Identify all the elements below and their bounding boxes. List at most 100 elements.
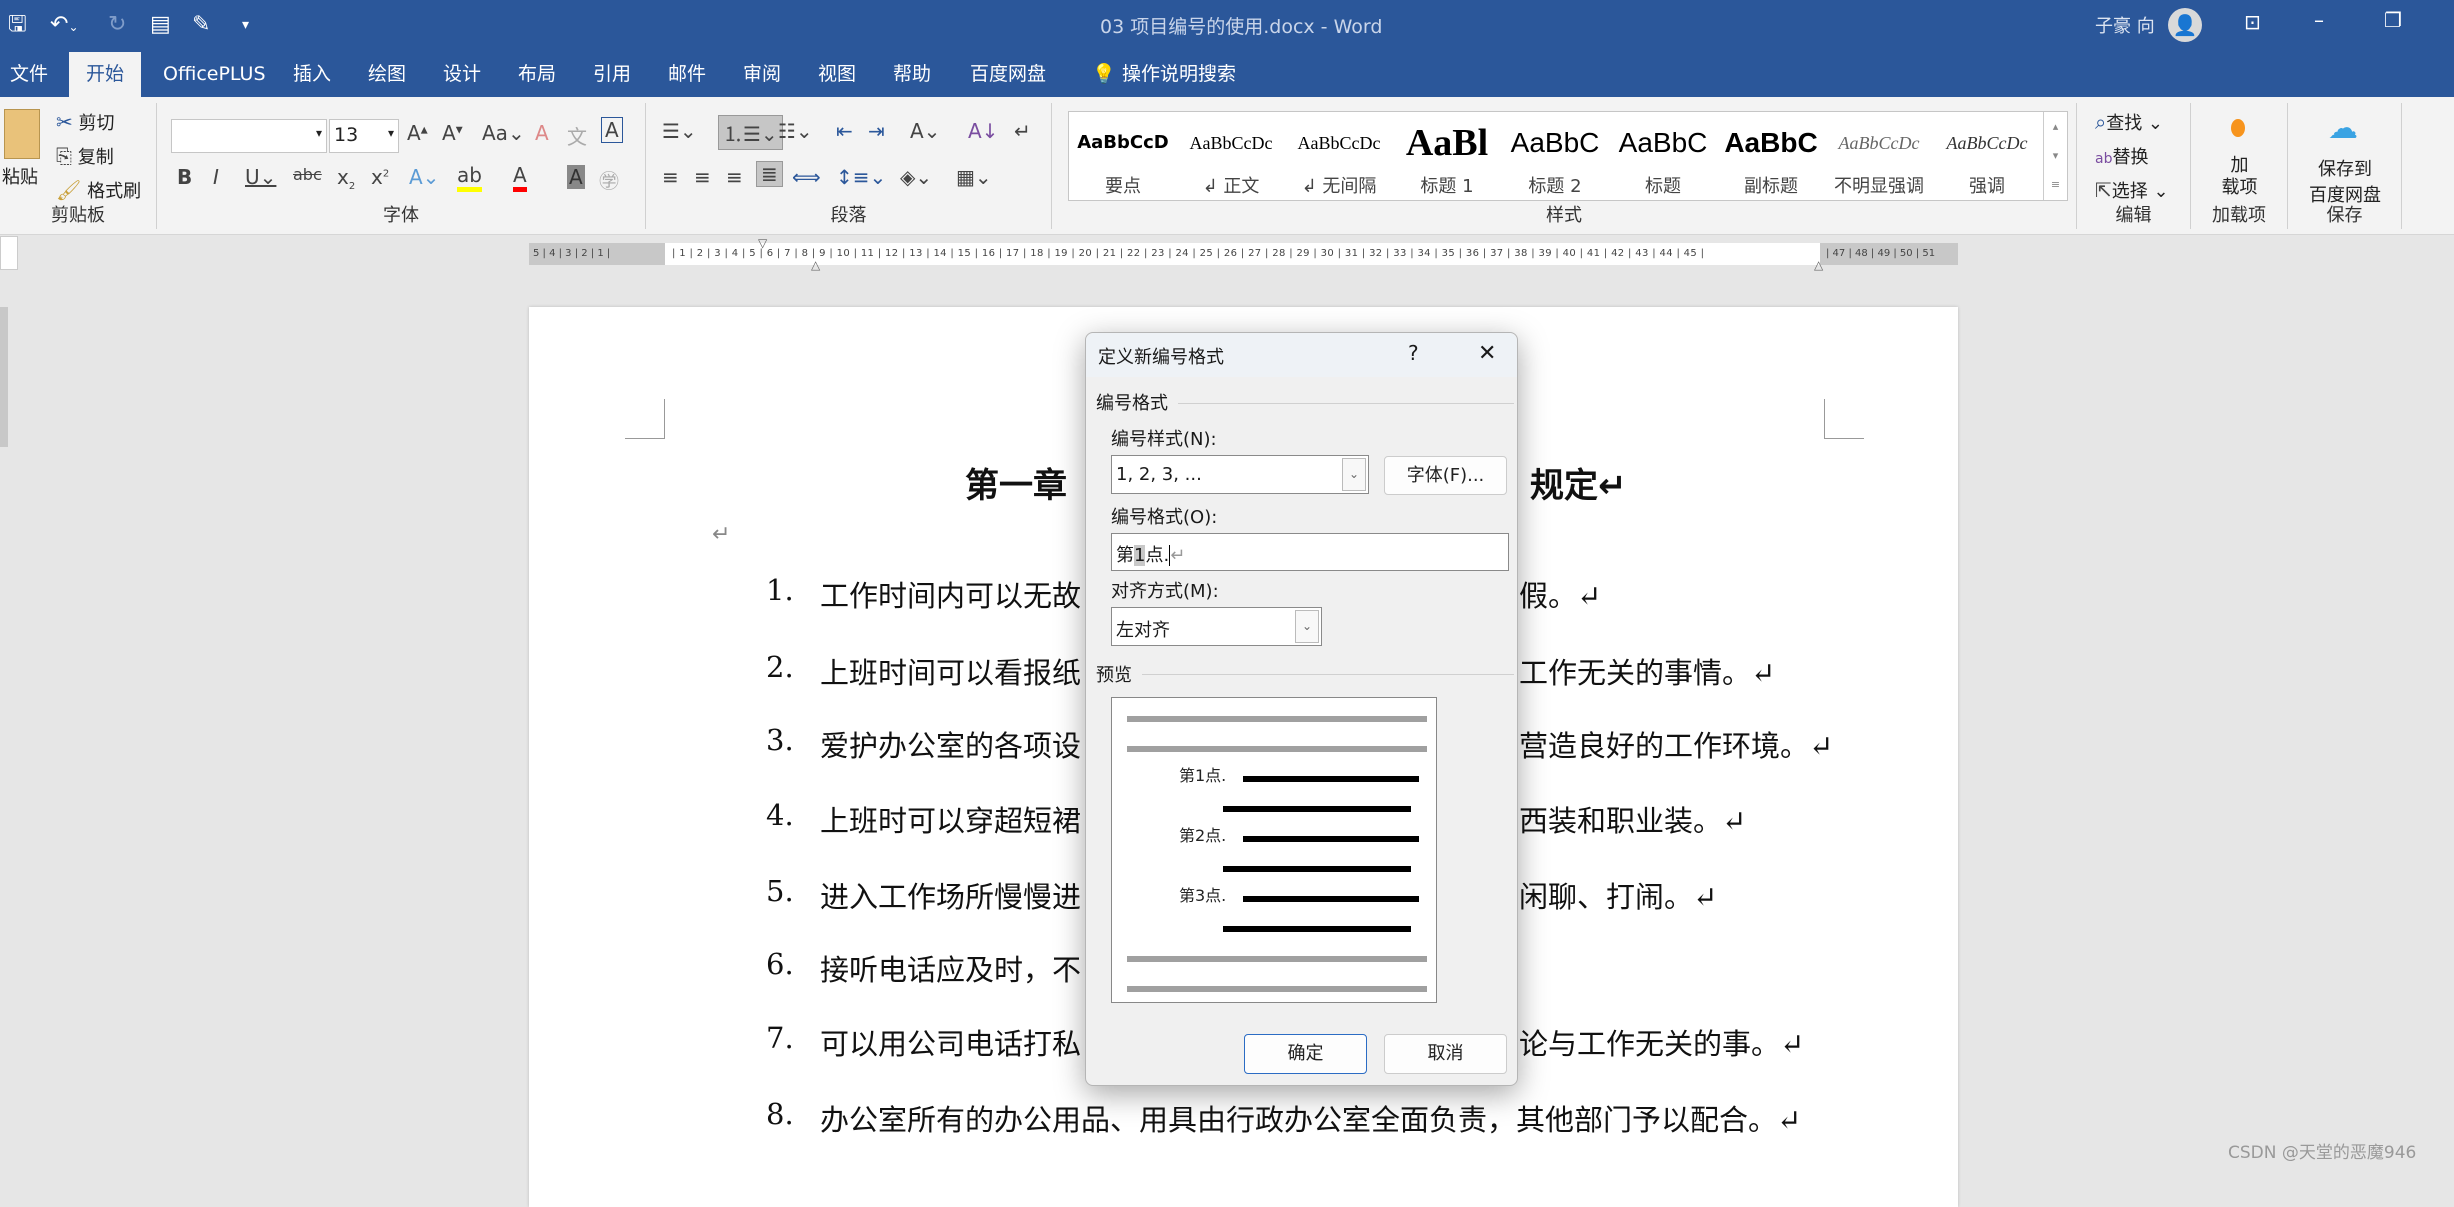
customize-icon[interactable]: ▾	[242, 10, 249, 40]
character-shading-icon[interactable]: A	[567, 165, 585, 189]
decrease-indent-icon[interactable]: ⇤	[836, 119, 853, 143]
form-icon[interactable]: ▤	[150, 10, 171, 40]
shrink-font-icon[interactable]: A▼	[442, 121, 463, 145]
format-painter-button[interactable]: 🖌 格式刷	[56, 177, 141, 203]
edit-icon[interactable]: ✎	[192, 10, 210, 40]
tab-references[interactable]: 引用	[583, 52, 641, 97]
alignment-select[interactable]: 左对齐 ⌄	[1111, 607, 1322, 646]
style-item[interactable]: AaBbC 标题 2	[1501, 112, 1609, 198]
sort-icon[interactable]: A↓	[968, 119, 998, 143]
borders-icon[interactable]: ▦⌄	[956, 165, 992, 189]
style-item[interactable]: AaBbC 标题	[1609, 112, 1717, 198]
underline-icon[interactable]: U⌄	[245, 165, 276, 189]
change-case-icon[interactable]: Aa⌄	[482, 121, 525, 145]
strikethrough-icon[interactable]: abc	[293, 165, 322, 184]
vertical-ruler[interactable]	[0, 307, 8, 447]
first-line-indent-marker[interactable]: ▽	[758, 236, 767, 250]
undo-icon[interactable]: ↶⌄	[50, 10, 79, 42]
copy-button[interactable]: ⎘ 复制	[56, 143, 114, 169]
text-effects-icon[interactable]: A⌄	[409, 165, 439, 189]
style-item[interactable]: AaBbC 副标题	[1717, 112, 1825, 198]
list-item-text: 上班时可以穿超短裙	[820, 804, 1082, 838]
right-indent-marker[interactable]: △	[1814, 258, 1823, 272]
style-item[interactable]: AaBbCcDc 不明显强调	[1825, 112, 1933, 198]
subscript-icon[interactable]: x2	[337, 165, 355, 192]
chevron-down-icon[interactable]: ⌄	[1295, 610, 1319, 643]
cancel-button[interactable]: 取消	[1384, 1034, 1507, 1074]
numbering-icon[interactable]: ⒈☰⌄	[718, 115, 783, 150]
tab-view[interactable]: 视图	[808, 52, 866, 97]
grow-font-icon[interactable]: A▲	[407, 121, 428, 145]
show-marks-icon[interactable]: ↵	[1014, 119, 1031, 143]
avatar[interactable]: 👤	[2168, 8, 2202, 42]
line-spacing-icon[interactable]: ↕≡⌄	[836, 165, 886, 189]
tell-me-search[interactable]: 操作说明搜索	[1112, 52, 1246, 97]
font-button[interactable]: 字体(F)...	[1384, 456, 1507, 495]
select-button[interactable]: ⇱选择 ⌄	[2095, 177, 2169, 203]
restore-icon[interactable]: ❐	[2384, 8, 2402, 32]
replace-button[interactable]: ab替换	[2095, 143, 2148, 169]
ruler-toggle[interactable]	[0, 236, 18, 270]
cut-button[interactable]: ✂ 剪切	[56, 109, 115, 135]
save-to-baidu-button[interactable]: 保存到 百度网盘	[2288, 155, 2402, 207]
styles-scroll[interactable]: ▴ ▾ ≡	[2043, 112, 2067, 200]
hanging-indent-marker[interactable]: △	[811, 258, 820, 272]
enclose-characters-icon[interactable]: ㊫	[599, 165, 619, 194]
bullets-icon[interactable]: ☰⌄	[662, 119, 697, 143]
justify-icon[interactable]: ≣	[756, 161, 783, 187]
font-size-combo[interactable]: 13 ▾	[329, 119, 399, 153]
style-item[interactable]: AaBbCcD 要点	[1069, 112, 1177, 198]
clear-formatting-icon[interactable]: A	[535, 121, 549, 145]
tab-officeplus[interactable]: OfficePLUS	[153, 52, 276, 97]
ribbon-display-options-icon[interactable]: ⊡	[2244, 10, 2261, 34]
font-color-icon[interactable]: A	[513, 163, 527, 192]
multilevel-list-icon[interactable]: ☷⌄	[778, 119, 813, 143]
style-item[interactable]: AaBbCcDc ↲ 无间隔	[1285, 112, 1393, 198]
tab-review[interactable]: 审阅	[733, 52, 791, 97]
minimize-icon[interactable]: –	[2314, 8, 2324, 32]
number-style-select[interactable]: 1, 2, 3, ... ⌄	[1111, 455, 1369, 494]
tab-design[interactable]: 设计	[433, 52, 491, 97]
distributed-icon[interactable]: ⟺	[792, 165, 821, 189]
tab-layout[interactable]: 布局	[508, 52, 566, 97]
tab-draw[interactable]: 绘图	[358, 52, 416, 97]
chevron-down-icon[interactable]: ⌄	[1342, 458, 1366, 491]
style-item[interactable]: AaBbCcDc 强调	[1933, 112, 2041, 198]
style-name: 副标题	[1744, 176, 1798, 197]
redo-icon[interactable]: ↻	[108, 10, 126, 40]
style-item[interactable]: AaBl 标题 1	[1393, 112, 1501, 198]
bold-icon[interactable]: B	[177, 165, 192, 189]
align-left-icon[interactable]: ≡	[662, 165, 679, 189]
highlight-icon[interactable]: ab	[457, 163, 482, 192]
help-button[interactable]: ?	[1408, 341, 1419, 365]
style-preview: AaBbC	[1510, 127, 1600, 158]
asian-layout-icon[interactable]: A⌄	[910, 119, 940, 143]
tab-baidu-netdisk[interactable]: 百度网盘	[960, 52, 1056, 97]
save-icon[interactable]: 🖫	[8, 10, 27, 40]
align-center-icon[interactable]: ≡	[694, 165, 711, 189]
paste-button[interactable]: 粘贴	[2, 163, 38, 189]
tab-help[interactable]: 帮助	[883, 52, 941, 97]
tab-mailings[interactable]: 邮件	[658, 52, 716, 97]
paste-icon[interactable]	[4, 109, 40, 159]
italic-icon[interactable]: I	[213, 165, 219, 189]
number-format-input[interactable]: 第1点.↵	[1111, 533, 1509, 571]
font-name-combo[interactable]: ▾	[171, 119, 327, 153]
phonetic-guide-icon[interactable]: 文	[567, 121, 587, 150]
addins-button[interactable]: 加 载项	[2191, 155, 2288, 199]
replace-icon: ab	[2095, 151, 2113, 167]
tab-home[interactable]: 开始	[69, 52, 141, 97]
increase-indent-icon[interactable]: ⇥	[868, 119, 885, 143]
tab-insert[interactable]: 插入	[283, 52, 341, 97]
tab-file[interactable]: 文件	[0, 52, 58, 97]
ok-button[interactable]: 确定	[1244, 1034, 1367, 1074]
find-button[interactable]: ⌕查找 ⌄	[2095, 109, 2163, 135]
preview-pane: 第1点. 第2点. 第3点.	[1111, 697, 1437, 1003]
user-name[interactable]: 子豪 向	[2095, 12, 2155, 38]
close-button[interactable]: ✕	[1478, 341, 1496, 366]
shading-icon[interactable]: ◈⌄	[900, 165, 932, 189]
character-border-icon[interactable]: A	[601, 117, 623, 143]
style-item[interactable]: AaBbCcDc ↲ 正文	[1177, 112, 1285, 198]
align-right-icon[interactable]: ≡	[726, 165, 743, 189]
superscript-icon[interactable]: x2	[371, 165, 389, 189]
